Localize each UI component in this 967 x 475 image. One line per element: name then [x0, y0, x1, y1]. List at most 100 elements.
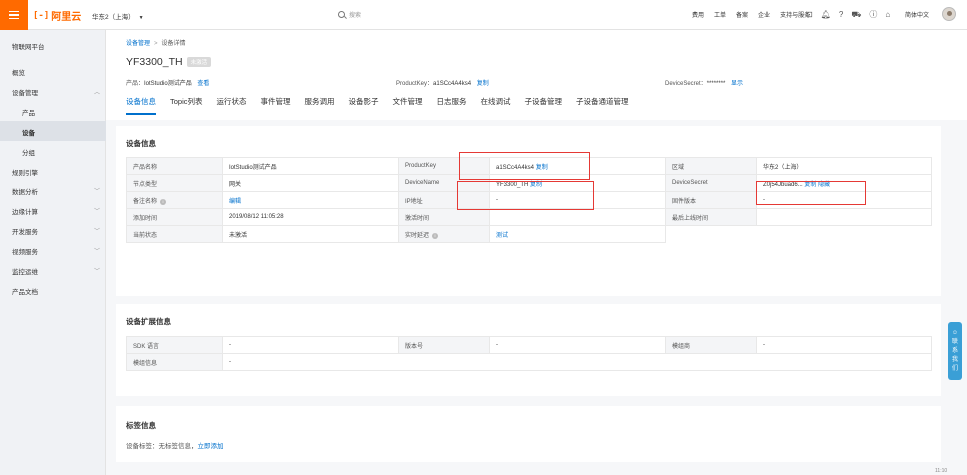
sidebar-item-rule-engine[interactable]: 规则引擎 [12, 167, 106, 177]
tab-device-shadow[interactable]: 设备影子 [349, 96, 379, 115]
tab-online-debug[interactable]: 在线调试 [481, 96, 511, 115]
chevron-down-icon: ﹀ [93, 269, 100, 275]
sidebar-item-device-management[interactable]: 设备管理 ︿ [12, 87, 106, 97]
sidebar-item-dev-services[interactable]: 开发服务 ﹀ [12, 226, 106, 236]
tag-info-card: 标签信息 设备标签：无标签信息，立即添加 [116, 406, 941, 462]
tab-subdevice-management[interactable]: 子设备管理 [525, 96, 563, 115]
cell-label: 区域 [665, 157, 757, 175]
cell-value: 华东2（上海） [756, 157, 932, 175]
region-selector[interactable]: 华东2（上海） ▼ [92, 11, 144, 21]
nav-tickets[interactable]: 工单 [714, 10, 726, 19]
tab-runtime-status[interactable]: 运行状态 [217, 96, 247, 115]
contact-char: 系 [951, 347, 958, 354]
sidebar-item-label: 设备 [22, 130, 35, 137]
cell-value: - [756, 336, 932, 354]
remark-label: 备注名称 [133, 198, 158, 205]
sidebar-item-overview[interactable]: 概览 [12, 67, 106, 77]
sidebar-item-label: 设备管理 [12, 90, 38, 97]
nav-filing[interactable]: 备案 [736, 10, 748, 19]
language-selector[interactable]: 简体中文 [905, 10, 929, 19]
help-icon[interactable]: ? [839, 10, 843, 19]
menu-icon[interactable] [0, 0, 28, 30]
sidebar-item-video-services[interactable]: 视频服务 ﹀ [12, 246, 106, 256]
search-placeholder: 搜索 [349, 13, 362, 19]
sidebar-item-monitoring[interactable]: 监控运维 ﹀ [12, 266, 106, 276]
caret-down-icon: ▼ [138, 15, 144, 21]
logo-mark-icon: [-] [33, 10, 50, 21]
tab-event-management[interactable]: 事件管理 [261, 96, 291, 115]
view-product-link[interactable]: 查看 [197, 81, 209, 87]
cell-label: 添加时间 [126, 208, 223, 226]
top-icons: ⊡ 🔔︎ ? ⛟ ⓘ ⌂ [806, 9, 890, 20]
sidebar-item-label: 规则引擎 [12, 170, 38, 177]
cell-label: 激活时间 [398, 208, 490, 226]
sidebar-item-devices[interactable]: 设备 [22, 127, 116, 137]
latency-label: 实时延迟 [405, 232, 430, 239]
cell-label: 产品名称 [126, 157, 223, 175]
sidebar-item-docs[interactable]: 产品文档 [12, 286, 106, 296]
tag-info-label: 设备标签：无标签信息， [126, 443, 198, 450]
nav-fees[interactable]: 费用 [692, 10, 704, 19]
cell-empty [757, 226, 932, 243]
test-latency-link[interactable]: 测试 [496, 233, 508, 239]
brand-name: 阿里云 [51, 12, 82, 23]
cell-label: 模组信息 [126, 353, 223, 371]
tab-device-info[interactable]: 设备信息 [126, 96, 156, 115]
device-name: YF3300_TH [126, 56, 183, 68]
sidebar-item-data-analysis[interactable]: 数据分析 ﹀ [12, 186, 106, 196]
sidebar-item-edge-computing[interactable]: 边缘计算 ﹀ [12, 206, 106, 216]
home-icon[interactable]: ⌂ [885, 10, 890, 19]
search-box[interactable]: 搜索 [338, 10, 361, 19]
tab-log-service[interactable]: 日志服务 [437, 96, 467, 115]
terminal-icon[interactable]: ⊡ [806, 10, 813, 19]
chevron-down-icon: ﹀ [93, 209, 100, 215]
info-icon[interactable]: i [432, 232, 439, 239]
contact-char: 我 [951, 356, 958, 363]
cell-label: 模组商 [665, 336, 757, 354]
brand-logo[interactable]: [-] 阿里云 [33, 8, 82, 24]
annotation-box-devicesecret [756, 181, 866, 205]
productkey-value: a1SCc4A4ks4 [433, 81, 472, 87]
tab-file-management[interactable]: 文件管理 [393, 96, 423, 115]
sidebar-item-label: 视频服务 [12, 249, 38, 256]
contact-char: 联 [951, 338, 958, 345]
sidebar-item-label: 监控运维 [12, 269, 38, 276]
cell-value: 2019/08/12 11:05:28 [222, 208, 399, 226]
secret-label: DeviceSecret： [665, 81, 707, 87]
breadcrumb-parent[interactable]: 设备管理 [126, 41, 150, 47]
avatar[interactable] [942, 7, 956, 21]
search-icon [338, 11, 345, 18]
contact-us-button[interactable]: ☺ 联 系 我 们 [948, 322, 962, 380]
device-header: 设备管理 > 设备详情 YF3300_TH 未激活 产品：IotStudio测试产品 … [106, 30, 967, 120]
cell-value: - [489, 336, 666, 354]
sidebar-item-products[interactable]: 产品 [22, 107, 116, 117]
tab-topic-list[interactable]: Topic列表 [170, 96, 203, 115]
sidebar-item-groups[interactable]: 分组 [22, 147, 116, 157]
bell-icon[interactable]: 🔔︎ [821, 10, 831, 19]
breadcrumb: 设备管理 > 设备详情 [126, 38, 186, 47]
cell-value [756, 208, 932, 226]
breadcrumb-current: 设备详情 [161, 41, 186, 47]
question-icon[interactable]: ⓘ [869, 9, 877, 20]
status-badge: 未激活 [186, 57, 212, 68]
sidebar-item-label: 产品文档 [12, 289, 38, 296]
chat-icon: ☺ [951, 329, 959, 336]
ext-info-card: 设备扩展信息 SDK 语言 - 版本号 - 模组商 - 模组信息 - [116, 304, 941, 396]
copy-productkey-link[interactable]: 复制 [477, 81, 489, 87]
table-row: 添加时间 2019/08/12 11:05:28 激活时间 最后上线时间 [126, 208, 932, 226]
table-row: 模组信息 - [126, 353, 932, 371]
tab-subdevice-channel[interactable]: 子设备通道管理 [576, 96, 629, 115]
main-content: 设备管理 > 设备详情 YF3300_TH 未激活 产品：IotStudio测试产品 … [106, 30, 967, 475]
add-tag-link[interactable]: 立即添加 [198, 443, 224, 450]
info-icon[interactable]: i [160, 198, 167, 205]
cell-label: DeviceSecret [665, 174, 757, 192]
edit-remark-link[interactable]: 编辑 [229, 199, 241, 205]
breadcrumb-separator: > [154, 41, 158, 47]
ext-info-title: 设备扩展信息 [126, 317, 171, 326]
chevron-down-icon: ﹀ [93, 189, 100, 195]
cart-icon[interactable]: ⛟ [851, 10, 861, 20]
page-title: YF3300_TH 未激活 [126, 56, 212, 68]
tab-service-call[interactable]: 服务调用 [305, 96, 335, 115]
nav-enterprise[interactable]: 企业 [758, 10, 770, 19]
show-secret-link[interactable]: 显示 [731, 81, 743, 87]
